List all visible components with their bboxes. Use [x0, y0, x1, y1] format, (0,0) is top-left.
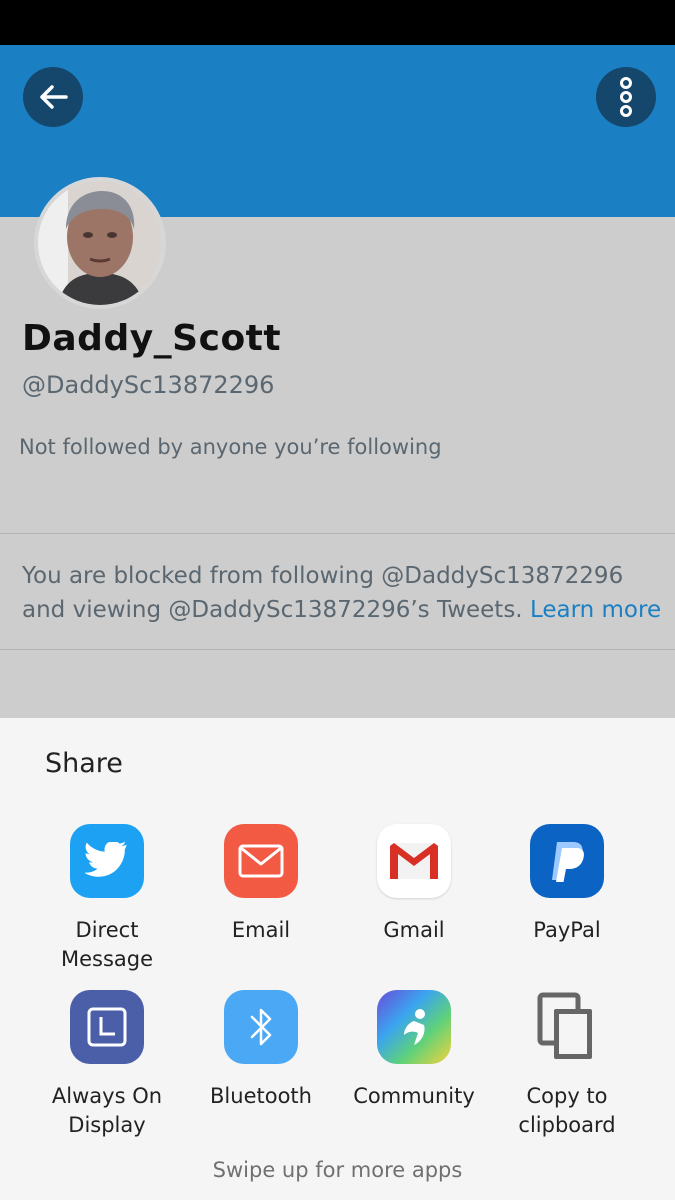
learn-more-link[interactable]: Learn more [530, 597, 661, 623]
more-vertical-icon [620, 77, 632, 117]
paypal-icon [530, 824, 604, 898]
share-target-label: Email [231, 918, 291, 942]
more-options-button[interactable] [596, 67, 656, 127]
gmail-icon [377, 824, 451, 898]
share-target-label: Direct Message [60, 918, 154, 971]
share-target-gmail[interactable]: Gmail [337, 824, 491, 945]
always-on-display-icon [70, 990, 144, 1064]
share-target-copy-to-clipboard[interactable]: Copy to clipboard [490, 990, 644, 1140]
share-target-label: Community [353, 1084, 475, 1108]
profile-section: Daddy_Scott @DaddySc13872296 Not followe… [0, 177, 675, 718]
share-target-direct-message[interactable]: Direct Message [30, 824, 184, 974]
share-target-label: Always On Display [51, 1084, 163, 1137]
share-title: Share [45, 748, 123, 779]
share-target-email[interactable]: Email [184, 824, 338, 945]
profile-handle: @DaddySc13872296 [22, 371, 275, 399]
share-target-always-on-display[interactable]: Always On Display [30, 990, 184, 1140]
avatar-photo [38, 181, 162, 305]
back-button[interactable] [23, 67, 83, 127]
swipe-up-hint: Swipe up for more apps [212, 1158, 463, 1182]
display-name: Daddy_Scott [22, 318, 282, 359]
bluetooth-icon [224, 990, 298, 1064]
copy-icon [530, 990, 604, 1064]
share-target-bluetooth[interactable]: Bluetooth [184, 990, 338, 1111]
twitter-bird-icon [70, 824, 144, 898]
divider [0, 533, 675, 534]
share-sheet: Share Direct Message Email Gmail PayPal … [0, 718, 675, 1200]
community-icon [377, 990, 451, 1064]
avatar[interactable] [34, 177, 166, 309]
share-target-label: Copy to clipboard [518, 1084, 616, 1137]
share-target-paypal[interactable]: PayPal [490, 824, 644, 945]
blocked-notice: You are blocked from following @DaddySc1… [22, 559, 662, 627]
status-bar [0, 0, 675, 45]
divider [0, 649, 675, 650]
share-target-community[interactable]: Community [337, 990, 491, 1111]
back-arrow-icon [40, 85, 68, 109]
share-target-label: Gmail [383, 918, 445, 942]
share-target-label: PayPal [533, 918, 601, 942]
email-icon [224, 824, 298, 898]
share-target-label: Bluetooth [210, 1084, 312, 1108]
followers-you-know-note: Not followed by anyone you’re following [19, 435, 442, 459]
